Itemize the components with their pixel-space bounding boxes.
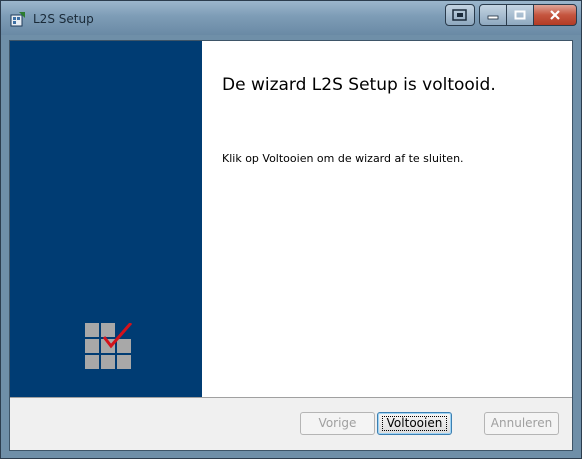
installer-icon bbox=[10, 12, 25, 27]
close-button[interactable] bbox=[533, 4, 577, 26]
button-bar: Vorige Voltooien Annuleren bbox=[10, 397, 572, 450]
minimize-button[interactable] bbox=[479, 4, 507, 26]
focus-rectangle bbox=[382, 416, 447, 431]
cancel-button[interactable]: Annuleren bbox=[484, 412, 559, 435]
window-title: L2S Setup bbox=[33, 12, 94, 26]
maximize-icon bbox=[514, 10, 526, 20]
minimize-icon bbox=[487, 15, 499, 20]
finish-button[interactable]: Voltooien bbox=[377, 412, 452, 435]
wizard-client-area: De wizard L2S Setup is voltooid. Klik op… bbox=[9, 40, 573, 451]
completion-message: Klik op Voltooien om de wizard af te slu… bbox=[222, 152, 464, 165]
back-button-label: Vorige bbox=[318, 416, 357, 430]
restore-window-icon bbox=[452, 9, 467, 21]
setup-window: L2S Setup De wizard L2S Setup is voltooi… bbox=[0, 0, 582, 459]
title-bar[interactable]: L2S Setup bbox=[1, 1, 581, 35]
close-icon bbox=[550, 10, 560, 20]
back-button[interactable]: Vorige bbox=[300, 412, 375, 435]
restore-window-button[interactable] bbox=[445, 4, 475, 26]
maximize-button[interactable] bbox=[506, 4, 534, 26]
checked-grid-logo bbox=[85, 323, 133, 369]
cancel-button-label: Annuleren bbox=[490, 416, 553, 430]
wizard-banner bbox=[10, 41, 202, 397]
completion-heading: De wizard L2S Setup is voltooid. bbox=[222, 75, 496, 95]
